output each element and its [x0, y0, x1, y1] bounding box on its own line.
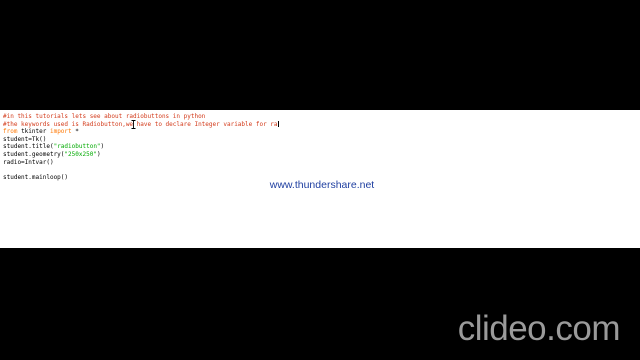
code-line-2: #the keywords used is Radiobutton,we hav…	[3, 121, 279, 129]
geometry-call: student.geometry(	[3, 150, 65, 158]
title-call: student.title(	[3, 143, 54, 151]
website-url: www.thundershare.net	[269, 179, 375, 191]
website-watermark: www.thundershare.net	[0, 179, 640, 191]
import-star: *	[71, 128, 79, 136]
code-line-3: from tkinter import *	[3, 128, 279, 136]
keyword-from: from	[3, 128, 18, 136]
clideo-logo: clideo.com	[457, 309, 621, 348]
code-line-5: student.title("radiobutton")	[3, 143, 279, 151]
geometry-close: )	[96, 150, 101, 158]
title-string: "radiobutton"	[53, 143, 101, 151]
text-caret	[277, 121, 279, 128]
title-close: )	[100, 143, 105, 151]
code-text[interactable]: #in this tutorials lets see about radiob…	[3, 113, 279, 181]
geometry-string: "250x250"	[64, 150, 97, 158]
code-line-4: student=Tk()	[3, 135, 47, 143]
module-name: tkinter	[17, 128, 50, 136]
code-line-7: radio=Intvar()	[3, 158, 54, 166]
code-line-1: #in this tutorials lets see about radiob…	[3, 113, 206, 120]
i-beam-cursor-icon	[131, 120, 136, 129]
video-letterbox-top	[0, 0, 640, 110]
keyword-import: import	[49, 128, 72, 136]
code-line-2-text: #the keywords used is Radiobutton,we hav…	[3, 120, 278, 128]
code-line-6: student.geometry("250x250")	[3, 151, 279, 159]
